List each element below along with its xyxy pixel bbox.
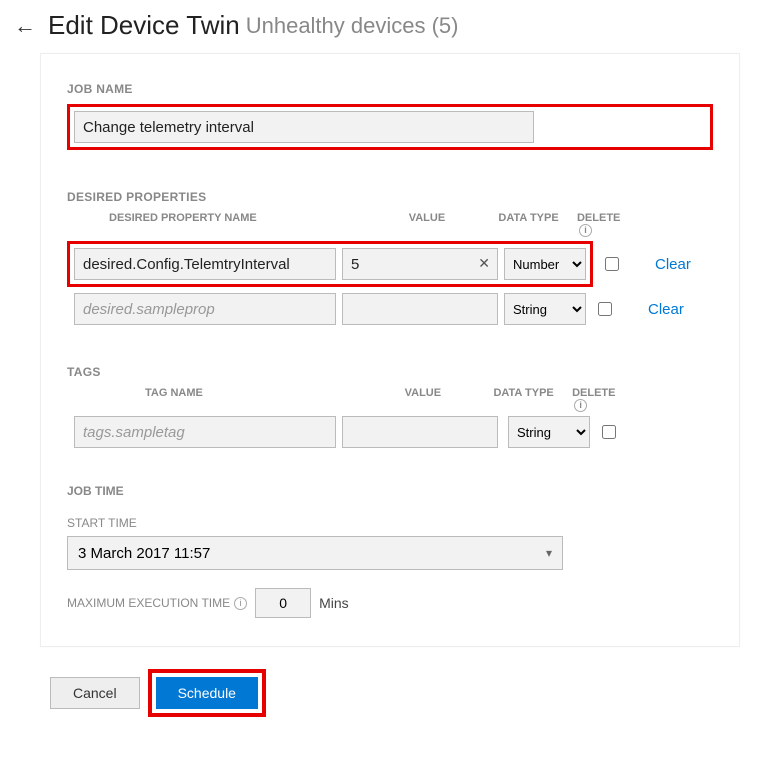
job-name-input[interactable]	[74, 111, 534, 143]
col-header-delete: DELETE i	[577, 212, 627, 237]
desired-prop-name-input[interactable]	[74, 248, 336, 280]
start-time-value: 3 March 2017 11:57	[78, 545, 210, 562]
desired-prop-name-input[interactable]	[74, 293, 336, 325]
job-name-highlight	[67, 104, 713, 150]
desired-prop-highlight: ✕ Number	[67, 241, 593, 287]
desired-prop-type-select[interactable]: Number	[504, 248, 586, 280]
desired-properties-label: DESIRED PROPERTIES	[67, 190, 713, 204]
max-exec-label: MAXIMUM EXECUTION TIME	[67, 596, 230, 610]
back-arrow-icon[interactable]: ←	[14, 13, 36, 39]
col-header-datatype: DATA TYPE	[498, 212, 577, 237]
max-exec-unit: Mins	[319, 595, 349, 611]
col-header-tagname: TAG NAME	[145, 387, 352, 412]
col-header-tagvalue: VALUE	[352, 387, 493, 412]
desired-prop-clear-link[interactable]: Clear	[655, 256, 691, 273]
desired-prop-delete-checkbox[interactable]	[605, 257, 619, 271]
start-time-select[interactable]: 3 March 2017 11:57 ▾	[67, 536, 563, 570]
max-exec-input[interactable]	[255, 588, 311, 618]
col-header-value: VALUE	[356, 212, 499, 237]
cancel-button[interactable]: Cancel	[50, 677, 140, 709]
tag-delete-checkbox[interactable]	[602, 425, 616, 439]
desired-prop-clear-link[interactable]: Clear	[648, 301, 684, 318]
col-header-tagtype: DATA TYPE	[493, 387, 572, 412]
clear-value-icon[interactable]: ✕	[478, 255, 490, 272]
schedule-highlight: Schedule	[148, 669, 266, 717]
tag-value-input[interactable]	[342, 416, 498, 448]
tags-label: TAGS	[67, 365, 713, 379]
info-icon: i	[579, 224, 592, 237]
info-icon: i	[234, 597, 247, 610]
start-time-label: START TIME	[67, 516, 713, 530]
schedule-button[interactable]: Schedule	[156, 677, 258, 709]
page-title: Edit Device Twin	[48, 10, 240, 41]
page-subtitle: Unhealthy devices (5)	[246, 13, 459, 39]
job-time-label: JOB TIME	[67, 484, 713, 498]
tag-type-select[interactable]: String	[508, 416, 590, 448]
col-header-tagdelete: DELETE i	[572, 387, 627, 412]
info-icon: i	[574, 399, 587, 412]
col-header-propname: DESIRED PROPERTY NAME	[109, 212, 356, 237]
desired-prop-delete-checkbox[interactable]	[598, 302, 612, 316]
desired-prop-value-input[interactable]	[342, 293, 498, 325]
desired-prop-type-select[interactable]: String	[504, 293, 586, 325]
desired-prop-value-input[interactable]	[342, 248, 498, 280]
form-panel: JOB NAME DESIRED PROPERTIES DESIRED PROP…	[40, 53, 740, 647]
chevron-down-icon: ▾	[546, 546, 552, 560]
tag-name-input[interactable]	[74, 416, 336, 448]
job-name-label: JOB NAME	[67, 82, 713, 96]
